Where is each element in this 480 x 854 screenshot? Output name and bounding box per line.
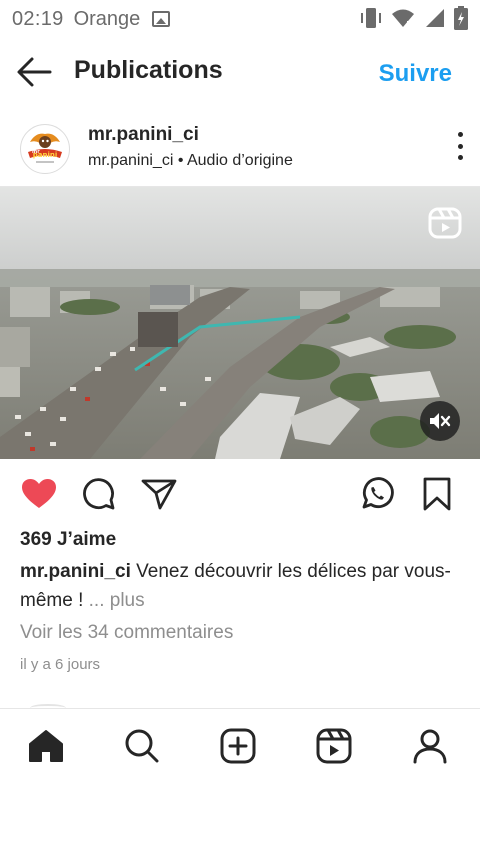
mr-panini-logo: panini mr (23, 127, 67, 171)
cell-signal-icon (426, 9, 444, 27)
avatar[interactable]: panini mr (20, 124, 70, 174)
nav-search[interactable] (122, 726, 162, 766)
top-app-bar: Publications Suivre (0, 48, 480, 98)
reels-badge-icon (428, 207, 462, 239)
status-time: 02:19 (12, 7, 64, 30)
post-video[interactable] (0, 187, 480, 459)
post-subline: mr.panini_ci • Audio d’origine (88, 152, 293, 170)
page-title: Publications (74, 56, 223, 84)
status-bar: 02:19 Orange (0, 0, 480, 38)
comment-icon (83, 478, 115, 510)
volume-muted-icon (430, 413, 451, 429)
image-notification-icon (152, 11, 171, 27)
battery-icon (454, 6, 468, 30)
nav-profile[interactable] (410, 726, 450, 766)
caption-more-link[interactable]: ... plus (83, 590, 145, 611)
caption-username[interactable]: mr.panini_ci (20, 561, 131, 582)
post-timestamp: il y a 6 jours (20, 656, 101, 673)
home-icon (29, 730, 63, 762)
share-button[interactable] (140, 475, 178, 513)
aerial-city-video-frame (0, 187, 480, 459)
create-icon (220, 728, 256, 764)
post-sub-username[interactable]: mr.panini_ci (88, 152, 173, 169)
post-username[interactable]: mr.panini_ci (88, 124, 199, 146)
share-icon (141, 479, 177, 510)
nav-home[interactable] (26, 726, 66, 766)
nav-reels[interactable] (314, 726, 354, 766)
like-button[interactable] (20, 475, 58, 513)
post-caption: mr.panini_ci Venez découvrir les délices… (20, 557, 470, 615)
comment-button[interactable] (80, 475, 118, 513)
post-actions (0, 475, 480, 515)
reels-icon (316, 728, 352, 764)
status-icons (360, 6, 468, 30)
mute-toggle-button[interactable] (420, 401, 460, 441)
likes-count[interactable]: 369 J’aime (20, 529, 116, 551)
bookmark-icon (423, 477, 451, 511)
wifi-icon (392, 9, 414, 29)
status-carrier: Orange (73, 7, 141, 30)
nav-create[interactable] (218, 726, 258, 766)
svg-text:mr: mr (32, 149, 40, 155)
more-options-icon[interactable] (456, 132, 464, 160)
heart-icon (22, 479, 56, 508)
bottom-navigation (0, 720, 480, 772)
save-button[interactable] (418, 475, 456, 513)
arrow-left-icon[interactable] (16, 56, 52, 88)
follow-button[interactable]: Suivre (379, 60, 452, 88)
divider (0, 708, 480, 709)
post-header: panini mr mr.panini_ci mr.panini_ci • Au… (0, 118, 480, 180)
whatsapp-share-button[interactable] (358, 475, 396, 513)
search-icon (125, 729, 159, 763)
whatsapp-icon (362, 477, 394, 509)
subline-separator: • (173, 152, 187, 169)
audio-link[interactable]: Audio d’origine (187, 152, 293, 169)
view-comments-link[interactable]: Voir les 34 commentaires (20, 622, 233, 644)
vibrate-icon (361, 8, 381, 28)
profile-icon (413, 729, 447, 764)
